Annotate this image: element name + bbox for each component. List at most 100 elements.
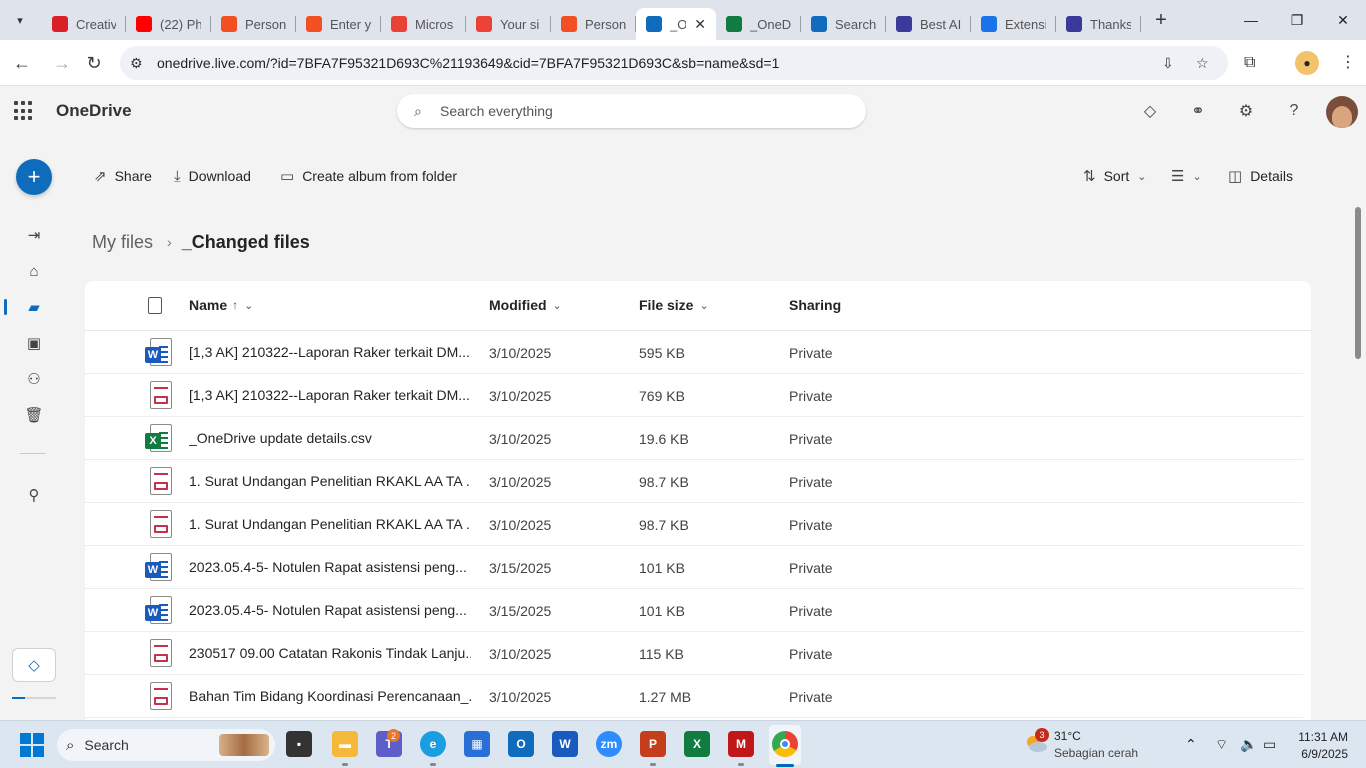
file-name[interactable]: 2023.05.4-5- Notulen Rapat asistensi pen… xyxy=(189,559,471,575)
nav-home-icon[interactable]: ⌂ xyxy=(23,260,45,282)
store-icon[interactable]: ▦ xyxy=(464,731,490,757)
browser-tab[interactable]: Search xyxy=(801,8,886,40)
wifi-icon[interactable]: ⌔ xyxy=(1215,736,1228,754)
weather-temperature[interactable]: 31°C xyxy=(1054,729,1081,743)
column-header-name[interactable]: Name ↑ ⌄ xyxy=(189,297,253,313)
browser-tab[interactable]: Micros xyxy=(381,8,466,40)
weather-description[interactable]: Sebagian cerah xyxy=(1054,746,1138,760)
table-row[interactable]: 1. Surat Undangan Penelitian RKAKL AA TA… xyxy=(85,503,1303,546)
outlook-icon[interactable]: O xyxy=(508,731,534,757)
address-bar[interactable]: ⚙ onedrive.live.com/?id=7BFA7F95321D693C… xyxy=(120,46,1228,80)
edge-icon[interactable]: e xyxy=(420,731,446,757)
table-row[interactable]: Bahan Tim Bidang Koordinasi Perencanaan_… xyxy=(85,675,1303,718)
browser-tab[interactable]: Enter y xyxy=(296,8,381,40)
browser-tab[interactable]: _O ✕ xyxy=(636,8,716,40)
zoom-icon[interactable]: zm xyxy=(596,731,622,757)
file-type-column-icon[interactable] xyxy=(148,297,162,314)
nav-photos-icon[interactable]: ▣ xyxy=(23,332,45,354)
bookmark-star-icon[interactable]: ☆ xyxy=(1196,55,1209,72)
nav-recycle-bin-icon[interactable]: 🗑 xyxy=(23,404,45,426)
file-name[interactable]: _OneDrive update details.csv xyxy=(189,430,471,446)
minimize-icon[interactable]: — xyxy=(1228,0,1274,40)
mcafee-icon[interactable]: M xyxy=(728,731,754,757)
account-avatar[interactable] xyxy=(1326,96,1358,128)
help-icon[interactable]: ? xyxy=(1283,100,1305,122)
file-name[interactable]: 2023.05.4-5- Notulen Rapat asistensi pen… xyxy=(189,602,471,618)
site-info-icon[interactable]: ⚙ xyxy=(130,55,143,72)
forward-icon[interactable]: → xyxy=(46,47,78,79)
table-row[interactable]: 230517 09.00 Catatan Rakonis Tindak Lanj… xyxy=(85,632,1303,675)
column-header-size[interactable]: File size ⌄ xyxy=(639,297,709,313)
task-view-icon[interactable]: ▪ xyxy=(286,731,312,757)
file-name[interactable]: 230517 09.00 Catatan Rakonis Tindak Lanj… xyxy=(189,645,471,661)
clock-date[interactable]: 6/9/2025 xyxy=(1296,747,1348,761)
sort-button[interactable]: ⇅ Sort ⌄ xyxy=(1083,163,1146,189)
file-name[interactable]: 1. Surat Undangan Penelitian RKAKL AA TA… xyxy=(189,516,471,532)
reload-icon[interactable]: ↻ xyxy=(78,47,110,79)
page-scrollbar[interactable] xyxy=(1355,207,1361,359)
nav-people-icon[interactable]: ⚲ xyxy=(23,484,45,506)
create-button[interactable]: + xyxy=(16,159,52,195)
start-windows-icon[interactable] xyxy=(20,733,44,757)
chrome-icon[interactable] xyxy=(772,731,798,757)
browser-tab[interactable]: Your si xyxy=(466,8,551,40)
browser-tab[interactable]: Extensi xyxy=(971,8,1056,40)
app-title[interactable]: OneDrive xyxy=(56,101,132,121)
powerpoint-icon[interactable]: P xyxy=(640,731,666,757)
search-input[interactable] xyxy=(440,103,840,119)
browser-tab[interactable]: Best AI xyxy=(886,8,971,40)
excel-icon[interactable]: X xyxy=(684,731,710,757)
browser-menu-icon[interactable]: ⋮ xyxy=(1340,52,1356,72)
file-name[interactable]: Bahan Tim Bidang Koordinasi Perencanaan_… xyxy=(189,688,471,704)
view-options-button[interactable]: ☰ ⌄ xyxy=(1171,163,1202,189)
app-launcher-icon[interactable] xyxy=(14,101,34,121)
nav-collapse-icon[interactable]: ⇥ xyxy=(23,224,45,246)
premium-button[interactable]: ◇ xyxy=(12,648,56,682)
extensions-icon[interactable]: ⧉ xyxy=(1244,54,1255,72)
maximize-icon[interactable]: ❐ xyxy=(1274,0,1320,40)
browser-tab[interactable]: _OneD xyxy=(716,8,801,40)
file-name[interactable]: [1,3 AK] 210322--Laporan Raker terkait D… xyxy=(189,387,471,403)
nav-my-files-icon[interactable]: ▰ xyxy=(23,296,45,318)
profile-avatar[interactable]: ● xyxy=(1295,51,1319,75)
page-title[interactable]: _Changed files xyxy=(182,232,310,253)
file-name[interactable]: 1. Surat Undangan Penelitian RKAKL AA TA… xyxy=(189,473,471,489)
table-row[interactable]: [1,3 AK] 210322--Laporan Raker terkait D… xyxy=(85,374,1303,417)
share-button[interactable]: ⇗ Share xyxy=(94,163,152,189)
file-explorer-icon[interactable]: ▬ xyxy=(332,731,358,757)
browser-tab[interactable]: Thanks xyxy=(1056,8,1141,40)
details-button[interactable]: ◫ Details xyxy=(1228,163,1293,189)
nav-shared-icon[interactable]: ⚇ xyxy=(23,368,45,390)
table-row[interactable]: W 2023.05.4-5- Notulen Rapat asistensi pe… xyxy=(85,546,1303,589)
browser-tab[interactable]: Person xyxy=(211,8,296,40)
share-people-icon[interactable]: ⚭ xyxy=(1187,100,1209,122)
back-icon[interactable]: ← xyxy=(6,47,38,79)
premium-diamond-icon[interactable]: ◇ xyxy=(1139,100,1161,122)
install-app-icon[interactable]: ⇩ xyxy=(1162,55,1174,72)
clock-time[interactable]: 11:31 AM xyxy=(1296,730,1348,744)
column-header-sharing[interactable]: Sharing xyxy=(789,297,841,313)
create-album-button[interactable]: ▭ Create album from folder xyxy=(280,163,457,189)
tab-search-button[interactable]: ▾ xyxy=(7,7,33,33)
url-text[interactable]: onedrive.live.com/?id=7BFA7F95321D693C%2… xyxy=(157,55,779,71)
close-window-icon[interactable]: ✕ xyxy=(1320,0,1366,40)
close-tab-icon[interactable]: ✕ xyxy=(694,16,706,33)
breadcrumb-my-files[interactable]: My files xyxy=(92,232,153,253)
taskbar-search[interactable]: ⌕ Search xyxy=(57,729,275,761)
column-header-modified[interactable]: Modified ⌄ xyxy=(489,297,562,313)
table-row[interactable]: X _OneDrive update details.csv 3/10/2025 19… xyxy=(85,417,1303,460)
new-tab-button[interactable]: + xyxy=(1147,6,1175,34)
battery-icon[interactable]: ▭ xyxy=(1263,736,1276,753)
download-button[interactable]: ⤓ Download xyxy=(174,163,251,189)
table-row[interactable]: W 2023.05.4-5- Notulen Rapat asistensi pe… xyxy=(85,589,1303,632)
browser-tab[interactable]: Creativ xyxy=(42,8,126,40)
search-box[interactable]: ⌕ xyxy=(397,94,866,128)
browser-tab[interactable]: Person xyxy=(551,8,636,40)
table-row[interactable]: W [1,3 AK] 210322--Laporan Raker terkait … xyxy=(85,331,1303,374)
file-name[interactable]: [1,3 AK] 210322--Laporan Raker terkait D… xyxy=(189,344,471,360)
settings-gear-icon[interactable]: ⚙ xyxy=(1235,100,1257,122)
speaker-icon[interactable]: 🔈 xyxy=(1240,736,1257,753)
browser-tab[interactable]: (22) Ph xyxy=(126,8,211,40)
storage-meter[interactable] xyxy=(12,697,56,699)
word-icon[interactable]: W xyxy=(552,731,578,757)
